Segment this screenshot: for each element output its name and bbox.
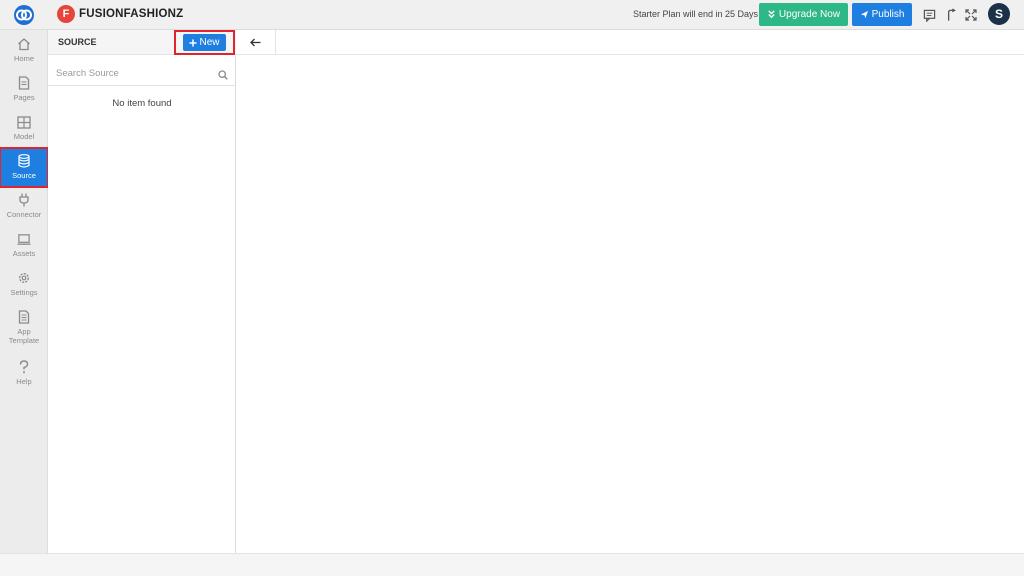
sidebar-item-label: Home <box>13 54 34 63</box>
sidebar-item-settings[interactable]: Settings <box>0 265 48 304</box>
upgrade-now-label: Upgrade Now <box>778 9 841 20</box>
table-icon <box>17 115 31 129</box>
double-chevron-icon <box>768 10 775 19</box>
sidebar-item-label: Settings <box>10 288 38 297</box>
sidebar-item-label: Model <box>13 132 35 141</box>
page-icon <box>17 76 31 90</box>
plus-icon <box>189 39 197 46</box>
back-button[interactable] <box>236 30 276 55</box>
plug-icon <box>17 193 31 207</box>
help-icon <box>17 360 31 374</box>
source-panel-header: SOURCE New <box>48 30 236 55</box>
sidebar-item-label: Help <box>16 377 32 386</box>
sidebar-item-pages[interactable]: Pages <box>0 70 48 109</box>
logo-icon <box>14 5 34 25</box>
plan-status-text: Starter Plan will end in 25 Days <box>633 9 759 19</box>
sidebar-item-assets[interactable]: Assets <box>0 226 48 265</box>
arrow-left-icon <box>250 38 261 47</box>
publish-label: Publish <box>871 9 905 20</box>
sidebar-item-home[interactable]: Home <box>0 31 48 70</box>
panel-title: SOURCE <box>58 37 97 47</box>
canvas-toolbar <box>236 30 1024 55</box>
comment-icon[interactable] <box>921 7 937 23</box>
project-name: FUSIONFASHIONZ <box>79 8 184 20</box>
send-icon <box>860 10 868 19</box>
user-avatar[interactable]: S <box>988 3 1010 25</box>
source-panel: SOURCE New No item found <box>48 30 236 553</box>
sidebar-item-source[interactable]: Source <box>0 147 49 188</box>
bottom-bar <box>0 553 1024 576</box>
new-button-label: New <box>199 37 220 48</box>
publish-button[interactable]: Publish <box>852 3 912 26</box>
laptop-icon <box>17 232 31 246</box>
new-source-button[interactable]: New <box>183 34 226 51</box>
brand-badge: F <box>57 5 75 23</box>
database-icon <box>17 154 31 168</box>
home-icon <box>17 37 31 51</box>
left-sidebar: Home Pages Model Source Connector Assets <box>0 30 49 553</box>
document-icon <box>17 310 31 324</box>
gear-icon <box>17 271 31 285</box>
sidebar-item-label: Source <box>12 171 36 180</box>
app-logo[interactable] <box>0 0 48 30</box>
fullscreen-icon[interactable] <box>963 7 979 23</box>
main-canvas <box>236 55 1024 553</box>
top-bar: F FUSIONFASHIONZ Starter Plan will end i… <box>0 0 1024 30</box>
sidebar-item-help[interactable]: Help <box>0 354 48 393</box>
sidebar-item-app-template[interactable]: App Template <box>0 304 48 354</box>
sidebar-item-label: Pages <box>13 93 35 102</box>
sidebar-item-connector[interactable]: Connector <box>0 187 48 226</box>
sidebar-item-label: App Template <box>8 327 40 345</box>
source-search <box>48 60 236 86</box>
sidebar-item-label: Connector <box>6 210 42 219</box>
share-icon[interactable] <box>942 7 958 23</box>
search-icon[interactable] <box>218 67 228 85</box>
new-button-highlight: New <box>174 30 235 55</box>
search-input[interactable] <box>56 66 216 80</box>
project-brand[interactable]: F FUSIONFASHIONZ <box>57 5 183 23</box>
sidebar-item-label: Assets <box>12 249 36 258</box>
empty-state-text: No item found <box>112 98 172 109</box>
sidebar-item-model[interactable]: Model <box>0 109 48 148</box>
upgrade-now-button[interactable]: Upgrade Now <box>759 3 848 26</box>
